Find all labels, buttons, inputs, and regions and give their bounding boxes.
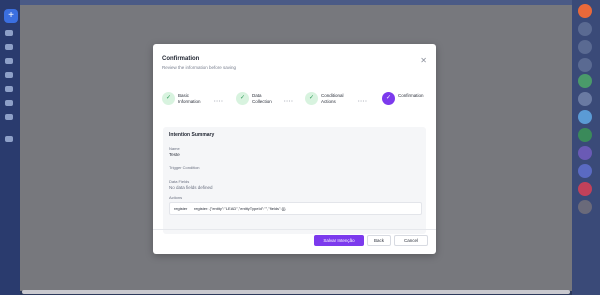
confirmation-modal: Confirmation Review the information befo… (153, 44, 436, 254)
rail-icon[interactable] (578, 40, 592, 54)
rail-icon[interactable] (578, 58, 592, 72)
footer-divider (153, 229, 436, 230)
modal-title: Confirmation (162, 56, 200, 62)
cancel-button[interactable]: Cancel (394, 235, 428, 246)
nav-icon[interactable] (5, 30, 13, 36)
intention-summary: Intention Summary Name Teste Trigger Con… (163, 127, 426, 234)
nav-icon[interactable] (5, 86, 13, 92)
check-icon: ✓ (236, 92, 249, 105)
nav-icon[interactable] (5, 136, 13, 142)
actions-label: Actions (169, 195, 183, 200)
check-icon: ✓ (382, 92, 395, 105)
check-icon: ✓ (162, 92, 175, 105)
left-sidebar: + (0, 0, 20, 295)
step-label: Confirmation (398, 93, 424, 98)
nav-icon[interactable] (5, 100, 13, 106)
nav-icon[interactable] (5, 58, 13, 64)
rail-avatar[interactable] (578, 146, 592, 160)
step-label: Conditional Actions (321, 93, 344, 104)
summary-title: Intention Summary (169, 132, 215, 138)
name-value: Teste (169, 152, 180, 157)
horizontal-scrollbar[interactable] (22, 290, 570, 294)
rail-icon[interactable] (578, 22, 592, 36)
nav-icon[interactable] (5, 72, 13, 78)
action-item: register register: {"entity":"LEAD","ent… (169, 202, 422, 215)
save-intention-button[interactable]: Salvar Intenção (314, 235, 364, 246)
stepper: ✓ Basic Information •••• ✓ Data Collecti… (162, 89, 428, 111)
rail-avatar[interactable] (578, 128, 592, 142)
right-rail (572, 0, 600, 295)
step-separator: •••• (284, 98, 294, 103)
avatar[interactable] (578, 4, 592, 18)
step-separator: •••• (358, 98, 368, 103)
nav-icon[interactable] (5, 114, 13, 120)
rail-avatar[interactable] (578, 200, 592, 214)
back-button[interactable]: Back (367, 235, 391, 246)
trigger-label: Trigger Condition (169, 165, 200, 170)
rail-avatar[interactable] (578, 182, 592, 196)
rail-avatar[interactable] (578, 92, 592, 106)
rail-avatar[interactable] (578, 74, 592, 88)
action-tag: register (174, 206, 188, 211)
action-text: register: {"entity":"LEAD","entityTypeId… (194, 206, 286, 211)
check-icon: ✓ (305, 92, 318, 105)
modal-subtitle: Review the information before saving (162, 65, 237, 70)
name-label: Name (169, 146, 180, 151)
step-label: Basic Information (178, 93, 201, 104)
step-separator: •••• (214, 98, 224, 103)
step-label: Data Collection (252, 93, 272, 104)
rail-avatar[interactable] (578, 164, 592, 178)
new-button[interactable]: + (4, 9, 18, 23)
nav-icon[interactable] (5, 44, 13, 50)
close-icon[interactable]: ✕ (420, 57, 427, 65)
data-fields-value: No data fields defined (169, 185, 213, 190)
data-fields-label: Data Fields (169, 179, 190, 184)
rail-avatar[interactable] (578, 110, 592, 124)
